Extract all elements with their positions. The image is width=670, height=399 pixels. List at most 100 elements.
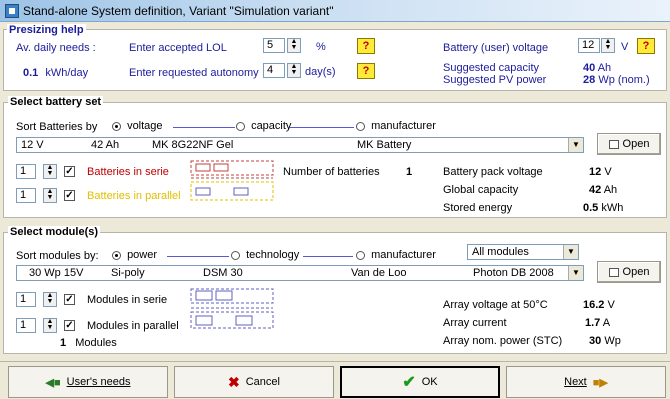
array-current-readout: 1.7 A <box>585 317 610 329</box>
array-power-readout: 30 Wp <box>589 335 621 347</box>
module-sort-power-label: power <box>127 249 158 261</box>
module-sort-manufacturer-radio[interactable] <box>356 250 365 260</box>
module-filter-value: All modules <box>472 246 529 258</box>
module-select[interactable]: 30 Wp 15V Si-poly DSM 30 Van de Loo Phot… <box>16 265 584 281</box>
module-sort-power-radio[interactable] <box>112 250 121 260</box>
module-parallel-spinner[interactable]: ▲ ▼ <box>43 318 57 333</box>
module-parallel-checkbox[interactable]: ✓ <box>64 320 75 331</box>
module-serie-checkbox[interactable]: ✓ <box>64 294 75 305</box>
battery-open-button[interactable]: Open <box>597 133 661 155</box>
users-needs-label: User's needs <box>66 376 131 388</box>
module-schematic <box>190 288 274 329</box>
battery-voltage-label: Battery (user) voltage <box>443 42 549 54</box>
module-serie-input[interactable]: 1 <box>16 292 36 307</box>
battery-parallel-checkbox[interactable]: ✓ <box>64 190 75 201</box>
global-capacity-readout: 42 Ah <box>589 184 617 196</box>
module-sort-technology-radio[interactable] <box>231 250 240 260</box>
global-capacity-unit: Ah <box>603 184 618 196</box>
global-capacity-value: 42 <box>589 184 602 196</box>
lol-spinner[interactable]: ▲ ▼ <box>287 38 301 53</box>
module-sort-manufacturer[interactable]: manufacturer <box>356 249 436 261</box>
battery-sort-line-2 <box>290 127 354 128</box>
autonomy-spinner[interactable]: ▲ ▼ <box>287 63 301 78</box>
cancel-button[interactable]: ✖ Cancel <box>174 366 334 398</box>
battery-serie-checkbox[interactable]: ✓ <box>64 166 75 177</box>
next-button[interactable]: Next ■▶ <box>506 366 666 398</box>
battery-select-model: MK 8G22NF Gel <box>152 139 234 151</box>
module-open-button[interactable]: Open <box>597 261 661 283</box>
chevron-down-icon[interactable]: ▼ <box>568 266 583 280</box>
chevron-down-icon[interactable]: ▼ <box>568 138 583 152</box>
battery-sort-label: Sort Batteries by <box>16 121 98 133</box>
window-title: Stand-alone System definition, Variant "… <box>23 4 334 18</box>
app-icon <box>5 4 19 18</box>
lol-label: Enter accepted LOL <box>129 42 227 54</box>
pack-voltage-label: Battery pack voltage <box>443 166 543 178</box>
module-sort-power[interactable]: power <box>112 249 157 261</box>
module-count: 1 Modules <box>60 337 117 349</box>
users-needs-button[interactable]: ◀■ User's needs <box>8 366 168 398</box>
cross-icon: ✖ <box>228 373 240 390</box>
array-voltage-value: 16.2 <box>583 299 605 311</box>
array-current-value: 1.7 <box>585 317 601 329</box>
battery-sort-capacity-radio[interactable] <box>236 121 245 131</box>
battery-voltage-spinner[interactable]: ▲ ▼ <box>601 38 615 53</box>
module-serie-label: Modules in serie <box>87 294 168 306</box>
battery-sort-voltage-radio[interactable] <box>112 121 121 131</box>
av-daily-label: Av. daily needs : <box>16 42 96 54</box>
cancel-label: Cancel <box>245 376 280 388</box>
autonomy-input[interactable]: 4 <box>263 63 285 78</box>
battery-parallel-spinner[interactable]: ▲ ▼ <box>43 188 57 203</box>
module-filter-select[interactable]: All modules ▼ <box>467 244 579 260</box>
array-power-unit: Wp <box>604 335 621 347</box>
arrow-left-icon: ◀■ <box>45 376 61 389</box>
battery-parallel-label: Batteries in parallel <box>87 190 181 202</box>
module-parallel-input[interactable]: 1 <box>16 318 36 333</box>
battery-select-voltage: 12 V <box>21 139 44 151</box>
battery-voltage-input[interactable]: 12 <box>578 38 600 53</box>
battery-sort-manufacturer-radio[interactable] <box>356 121 365 131</box>
battery-sort-voltage[interactable]: voltage <box>112 120 163 132</box>
av-daily-unit: kWh/day <box>45 67 89 79</box>
lol-help-button[interactable]: ? <box>357 38 375 54</box>
stored-energy-unit: kWh <box>601 202 624 214</box>
ok-label: OK <box>421 376 438 388</box>
battery-serie-input[interactable]: 1 <box>16 164 36 179</box>
lol-input[interactable]: 5 <box>263 38 285 53</box>
pack-voltage-unit: V <box>604 166 612 178</box>
module-parallel-label: Modules in parallel <box>87 320 179 332</box>
battery-select[interactable]: 12 V 42 Ah MK 8G22NF Gel MK Battery ▼ <box>16 137 584 153</box>
module-sort-technology[interactable]: technology <box>231 249 299 261</box>
module-serie-spinner[interactable]: ▲ ▼ <box>43 292 57 307</box>
battery-serie-spinner[interactable]: ▲ ▼ <box>43 164 57 179</box>
battery-serie-label: Batteries in serie <box>87 166 169 178</box>
module-count-label: Modules <box>75 337 117 349</box>
suggested-pv-label: Suggested PV power <box>443 74 547 86</box>
arrow-right-icon: ■▶ <box>592 376 608 389</box>
ok-button[interactable]: ✔ OK <box>340 366 500 398</box>
battery-legend: Select battery set <box>8 96 104 108</box>
battery-voltage-help-button[interactable]: ? <box>637 38 655 54</box>
stored-energy-readout: 0.5 kWh <box>583 202 623 214</box>
pack-voltage-value: 12 <box>589 166 602 178</box>
suggested-capacity-readout: 40 Ah <box>583 62 611 74</box>
lol-unit: % <box>316 41 326 53</box>
battery-parallel-input[interactable]: 1 <box>16 188 36 203</box>
battery-sort-voltage-label: voltage <box>127 120 163 132</box>
chevron-down-icon[interactable]: ▼ <box>563 245 578 259</box>
stored-energy-value: 0.5 <box>583 202 599 214</box>
battery-sort-manufacturer[interactable]: manufacturer <box>356 120 436 132</box>
suggested-pv-value: 28 <box>583 74 596 86</box>
module-count-value: 1 <box>60 337 67 349</box>
suggested-capacity-label: Suggested capacity <box>443 62 540 74</box>
battery-sort-line-1 <box>173 127 235 128</box>
autonomy-help-button[interactable]: ? <box>357 63 375 79</box>
battery-voltage-unit: V <box>621 41 629 53</box>
battery-select-capacity: 42 Ah <box>91 139 120 151</box>
module-select-maker: Van de Loo <box>351 267 407 279</box>
autonomy-unit: day(s) <box>305 66 336 78</box>
battery-serie-diagram <box>190 160 274 176</box>
battery-sort-capacity[interactable]: capacity <box>236 120 291 132</box>
folder-icon <box>608 139 619 149</box>
presizing-legend: Presizing help <box>7 24 86 36</box>
